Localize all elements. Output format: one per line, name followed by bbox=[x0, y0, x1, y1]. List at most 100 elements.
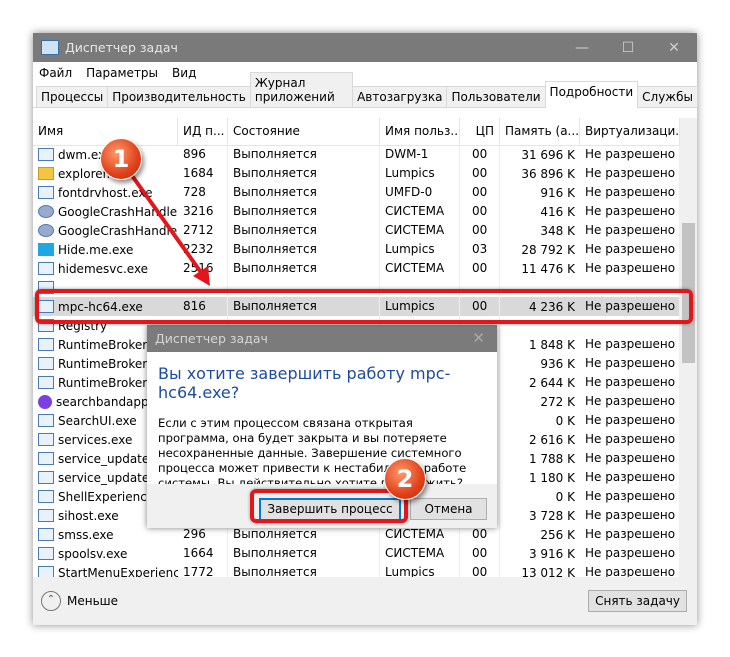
maximize-button[interactable]: ☐ bbox=[605, 40, 651, 56]
chevron-up-icon[interactable]: ⌃ bbox=[41, 591, 61, 611]
menu-options[interactable]: Параметры bbox=[86, 66, 158, 80]
cell-mem: 11 476 K bbox=[521, 261, 575, 276]
tab-3[interactable]: Автозагрузка bbox=[352, 86, 448, 107]
cell-virt: Не разрешено bbox=[580, 411, 680, 430]
cell-virt: Не разрешено bbox=[580, 354, 680, 373]
title-bar: Диспетчер задач — ☐ ✕ bbox=[33, 33, 697, 62]
end-task-button[interactable]: Снять задачу bbox=[588, 590, 687, 612]
cell-user: UMFD-0 bbox=[380, 183, 460, 202]
cell-pid: 2516 bbox=[178, 259, 228, 278]
cell-status: Выполняется bbox=[228, 202, 380, 221]
cell-pid: 728 bbox=[178, 183, 228, 202]
cell-virt: Не разрешено bbox=[580, 373, 680, 392]
dialog-close-button[interactable]: ✕ bbox=[472, 325, 485, 352]
tab-4[interactable]: Пользователи bbox=[446, 86, 546, 107]
cancel-button[interactable]: Отмена bbox=[410, 498, 487, 520]
process-name: hidemesvc.exe bbox=[58, 261, 149, 276]
cell-virt: Не разрешено bbox=[580, 183, 680, 202]
cell-virt: Не разрешено bbox=[580, 240, 680, 259]
process-name: GoogleCrashHandler... bbox=[58, 223, 178, 238]
cell-user: СИСТЕМА bbox=[380, 259, 460, 278]
cell-cpu: 00 bbox=[460, 145, 500, 164]
tab-1[interactable]: Производительность bbox=[107, 86, 251, 107]
column-header[interactable]: Виртуализаци... bbox=[580, 118, 680, 145]
close-button[interactable]: ✕ bbox=[651, 40, 697, 56]
cell-user: Lumpics bbox=[380, 563, 460, 577]
column-header[interactable]: ЦП bbox=[460, 118, 500, 145]
cell-virt: Не разрешено bbox=[580, 202, 680, 221]
process-name: SearchUI.exe bbox=[58, 413, 137, 428]
cell-mem: 3 916 K bbox=[528, 546, 575, 561]
cell-mem: 1 848 K bbox=[528, 337, 575, 352]
cell-cpu: 00 bbox=[460, 183, 500, 202]
cell-pid: 1772 bbox=[178, 563, 228, 577]
app-window-icon bbox=[38, 509, 54, 522]
cell-virt: Не разрешено bbox=[580, 335, 680, 354]
cell-virt: Не разрешено bbox=[580, 430, 680, 449]
column-header[interactable]: Память (а... bbox=[500, 118, 580, 145]
cell-virt: Не разрешено bbox=[580, 164, 680, 183]
cell-status: Выполняется bbox=[228, 544, 380, 563]
printer-icon bbox=[38, 547, 54, 560]
menu-view[interactable]: Вид bbox=[172, 66, 196, 80]
table-row[interactable]: GoogleCrashHandler...3216ВыполняетсяСИСТ… bbox=[33, 202, 680, 221]
app-window-icon bbox=[38, 433, 54, 446]
cell-mem: 1 180 K bbox=[528, 470, 575, 485]
step-2-badge: 2 bbox=[384, 458, 426, 500]
process-name: spoolsv.exe bbox=[58, 546, 128, 561]
process-name-cell: hidemesvc.exe bbox=[33, 262, 178, 276]
cell-mem: 0 K bbox=[555, 413, 575, 428]
table-row[interactable]: StartMenuExperienc... 1772 Выполняется Lump… bbox=[33, 563, 680, 577]
table-row[interactable]: GoogleCrashHandler...2712ВыполняетсяСИСТ… bbox=[33, 221, 680, 240]
process-name: GoogleCrashHandler... bbox=[58, 204, 178, 219]
table-row[interactable]: fontdrvhost.exe 728 Выполняется UMFD-0 00 916… bbox=[33, 183, 680, 202]
column-header[interactable]: Состояние bbox=[228, 118, 380, 145]
cell-mem: 1 788 K bbox=[528, 451, 575, 466]
app-window-icon bbox=[38, 452, 54, 465]
cell-virt: Не разрешено bbox=[580, 468, 680, 487]
tab-2[interactable]: Журнал приложений bbox=[249, 72, 354, 107]
vertical-scrollbar[interactable] bbox=[680, 118, 697, 577]
cell-cpu: 00 bbox=[460, 202, 500, 221]
table-row[interactable]: Hide.me.exe 2232 Выполняется Lumpics 03 28 79… bbox=[33, 240, 680, 259]
tab-0[interactable]: Процессы bbox=[36, 86, 109, 107]
column-header[interactable]: Имя польз... bbox=[380, 118, 460, 145]
cell-user: СИСТЕМА bbox=[380, 221, 460, 240]
cell-status: Выполняется bbox=[228, 221, 380, 240]
minimize-button[interactable]: — bbox=[559, 40, 605, 56]
cell-cpu: 03 bbox=[460, 240, 500, 259]
cell-mem: 916 K bbox=[540, 185, 575, 200]
menu-file[interactable]: Файл bbox=[39, 66, 72, 80]
cell-virt: Не разрешено bbox=[580, 525, 680, 544]
process-name: smss.exe bbox=[58, 527, 114, 542]
cell-pid: 896 bbox=[178, 145, 228, 164]
window-title: Диспетчер задач bbox=[65, 40, 178, 55]
app-window-icon bbox=[38, 262, 54, 275]
column-header[interactable]: ИД п... bbox=[178, 118, 228, 145]
dialog-message: Если с этим процессом связана открытая п… bbox=[158, 416, 467, 490]
table-row[interactable]: hidemesvc.exe 2516 Выполняется СИСТЕМА 00 11 … bbox=[33, 259, 680, 278]
tab-6[interactable]: Службы bbox=[637, 86, 698, 107]
cell-status: Выполняется bbox=[228, 563, 380, 577]
less-details-button[interactable]: Меньше bbox=[67, 594, 118, 608]
app-window-icon bbox=[38, 490, 54, 503]
process-name-cell: smss.exe bbox=[33, 528, 178, 542]
google-update-icon bbox=[38, 224, 54, 237]
cell-virt: Не разрешено bbox=[580, 487, 680, 506]
cell-pid: 1684 bbox=[178, 164, 228, 183]
tab-5[interactable]: Подробности bbox=[544, 81, 639, 108]
cell-mem: 31 696 K bbox=[521, 147, 575, 162]
cell-mem: 348 K bbox=[540, 223, 575, 238]
table-row[interactable]: spoolsv.exe 1664 Выполняется СИСТЕМА 00 3 916… bbox=[33, 544, 680, 563]
dialog-title: Диспетчер задач bbox=[155, 331, 268, 346]
menu-bar: Файл Параметры Вид bbox=[33, 62, 697, 83]
cell-status: Выполняется bbox=[228, 145, 380, 164]
column-header[interactable]: Имя bbox=[33, 118, 178, 145]
process-name-cell: GoogleCrashHandler... bbox=[33, 224, 178, 238]
process-name: Hide.me.exe bbox=[58, 242, 134, 257]
alice-icon bbox=[38, 394, 52, 409]
cell-cpu: 00 bbox=[460, 164, 500, 183]
cell-mem: 28 792 K bbox=[521, 242, 575, 257]
cell-cpu: 00 bbox=[460, 544, 500, 563]
app-window-icon bbox=[38, 376, 54, 389]
